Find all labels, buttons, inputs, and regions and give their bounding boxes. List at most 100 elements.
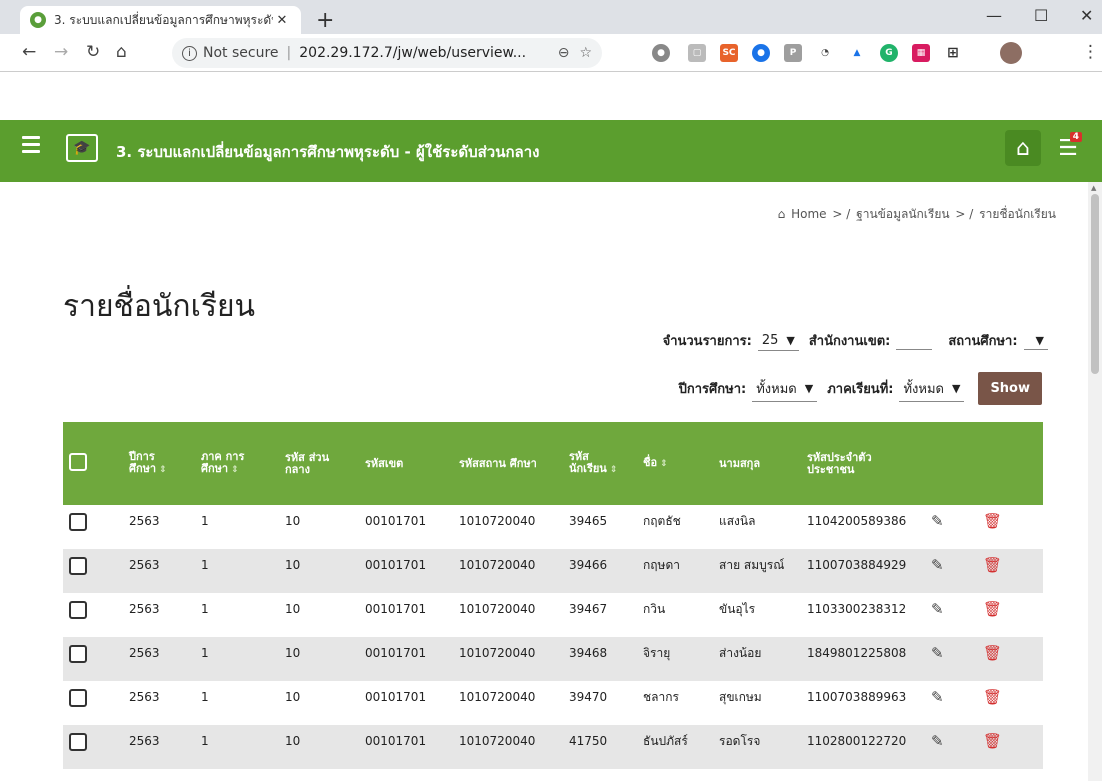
row-checkbox[interactable] [69,689,87,707]
minimize-button[interactable]: — [986,6,1002,25]
cell-central-code: 10 [285,602,301,616]
row-select-cell [63,725,123,769]
grid-extension-icon[interactable]: ⊞ [944,44,962,62]
info-icon[interactable]: i [182,45,197,61]
window-close-button[interactable]: ✕ [1080,6,1093,25]
school-select[interactable]: ▼ [1023,332,1048,350]
edit-icon[interactable]: ✎ [931,688,944,706]
chevron-down-icon: ▼ [786,333,795,347]
scrollbar-thumb[interactable] [1091,194,1099,374]
row-select-cell [63,681,123,725]
delete-cell: 🗑 [977,593,1043,637]
chevron-down-icon: ▼ [804,381,814,395]
edit-icon[interactable]: ✎ [931,512,944,530]
maximize-button[interactable]: ☐ [1034,6,1048,25]
profile-avatar[interactable] [1000,42,1022,64]
cell-school-code: 1010720040 [459,602,536,616]
table-row[interactable]: 2563 1 10 00101701 1010720040 41750 ธันปภัสร์ร… [63,725,1043,769]
row-checkbox[interactable] [69,645,87,663]
cell-central-code: 10 [279,637,359,681]
zoom-icon[interactable]: ⊖ [558,45,570,61]
table-row[interactable]: 2563 1 10 00101701 1010720040 39465 กฤตธัช แสงน… [63,505,1043,549]
browser-tab[interactable]: ● 3. ระบบแลกเปลี่ยนข้อมูลการศึกษาพหุระดั… [20,6,301,34]
show-button[interactable]: Show [978,372,1042,405]
breadcrumb-home[interactable]: Home [791,207,826,221]
cell-school-code: 1010720040 [453,549,563,593]
table-row[interactable]: 2563 1 10 00101701 1010720040 39466 กฤษดา สาย ส… [63,549,1043,593]
cell-first-name: กฤตธัช [643,514,681,528]
row-checkbox[interactable] [69,513,87,531]
year-select[interactable]: ทั้งหมด ▼ [752,376,818,402]
red-extension-icon[interactable]: ▦ [912,44,930,62]
col-header-term[interactable]: ภาค การ ศึกษา ⇕ [195,422,279,505]
delete-trash-icon[interactable]: 🗑 [983,512,1002,530]
cell-last-name: ขันอุไร [719,602,756,616]
delete-trash-icon[interactable]: 🗑 [983,688,1002,706]
page-title: รายชื่อนักเรียน [63,289,256,324]
document-extension-icon[interactable]: ▢ [688,44,706,62]
pdf-extension-icon[interactable]: P [784,44,802,62]
col-header-citizen-id: รหัสประจำตัว ประชาชน [801,422,925,505]
delete-trash-icon[interactable]: 🗑 [983,556,1002,574]
cell-district-code: 00101701 [359,549,453,593]
col-header-year[interactable]: ปีการ ศึกษา ⇕ [123,422,195,505]
edit-icon[interactable]: ✎ [931,732,944,750]
bookmark-star-icon[interactable]: ☆ [579,45,592,61]
edit-icon[interactable]: ✎ [931,644,944,662]
select-all-checkbox[interactable] [69,453,87,471]
col-header-first-name[interactable]: ชื่อ ⇕ [637,422,713,505]
row-checkbox[interactable] [69,601,87,619]
col-header-student-id[interactable]: รหัส นักเรียน ⇕ [563,422,637,505]
tab-close-icon[interactable]: ✕ [273,13,291,28]
term-select[interactable]: ทั้งหมด ▼ [899,376,965,402]
row-checkbox[interactable] [69,557,87,575]
cell-year: 2563 [123,549,195,593]
cell-term: 1 [201,690,209,704]
office-label: สำนักงานเขต: [808,334,891,349]
delete-trash-icon[interactable]: 🗑 [983,600,1002,618]
back-arrow-icon[interactable]: ← [22,42,36,62]
sc-extension-icon[interactable]: SC [720,44,738,62]
arrow-extension-icon[interactable]: ▲ [848,44,866,62]
table-row[interactable]: 2563 1 10 00101701 1010720040 39467 กวิน ขันอุไ… [63,593,1043,637]
scroll-up-icon[interactable]: ▲ [1091,184,1096,192]
office-select[interactable] [896,332,933,350]
delete-cell: 🗑 [977,637,1043,681]
forward-arrow-icon[interactable]: → [54,42,68,62]
page-scrollbar[interactable]: ▲ [1088,182,1102,781]
table-header-row: ปีการ ศึกษา ⇕ ภาค การ ศึกษา ⇕ รหัส ส่วน กล… [63,422,1043,505]
breadcrumb-student-db[interactable]: ฐานข้อมูลนักเรียน [856,207,950,221]
cell-last-name: สุขเกษม [719,690,762,704]
reload-icon[interactable]: ↻ [86,42,100,62]
grammarly-icon[interactable]: G [880,44,898,62]
breadcrumb-separator: > / [832,207,851,221]
app-title: 3. ระบบแลกเปลี่ยนข้อมูลการศึกษาพหุระดับ … [116,143,540,161]
speed-extension-icon[interactable]: ◔ [816,44,834,62]
home-button[interactable]: ⌂ [1005,130,1041,166]
table-row[interactable]: 2563 1 10 00101701 1010720040 39468 จิรายุ ส่าง… [63,637,1043,681]
address-bar[interactable]: i Not secure | 202.29.172.7/jw/web/userv… [172,38,602,68]
cell-first-name: กวิน [643,602,666,616]
delete-trash-icon[interactable]: 🗑 [983,732,1002,750]
table-row[interactable]: 2563 1 10 00101701 1010720040 39470 ชลากร สุขเก… [63,681,1043,725]
blue-extension-icon[interactable]: ● [752,44,770,62]
extension-icon[interactable]: ● [652,44,670,62]
cell-term: 1 [195,637,279,681]
browser-menu-icon[interactable]: ⋮ [1082,42,1099,62]
site-favicon-icon: ● [30,12,46,28]
notifications-button[interactable]: ☰ 4 [1050,130,1086,166]
edit-icon[interactable]: ✎ [931,600,944,618]
col-header-central-code: รหัส ส่วน กลาง [279,422,359,505]
rows-per-page-select[interactable]: 25 ▼ [757,331,799,351]
cell-student-id: 39466 [563,549,637,593]
row-checkbox[interactable] [69,733,87,751]
delete-trash-icon[interactable]: 🗑 [983,644,1002,662]
hamburger-menu-icon[interactable] [22,136,40,157]
filter-row-bottom: ปีการศึกษา: ทั้งหมด ▼ ภาคเรียนที่: ทั้งห… [679,372,1042,405]
cell-district-code: 00101701 [365,602,427,616]
new-tab-button[interactable]: + [316,8,334,33]
home-outline-icon[interactable]: ⌂ [116,42,127,62]
cell-school-code: 1010720040 [459,690,536,704]
edit-icon[interactable]: ✎ [931,556,944,574]
cell-first-name: กฤษดา [637,549,713,593]
